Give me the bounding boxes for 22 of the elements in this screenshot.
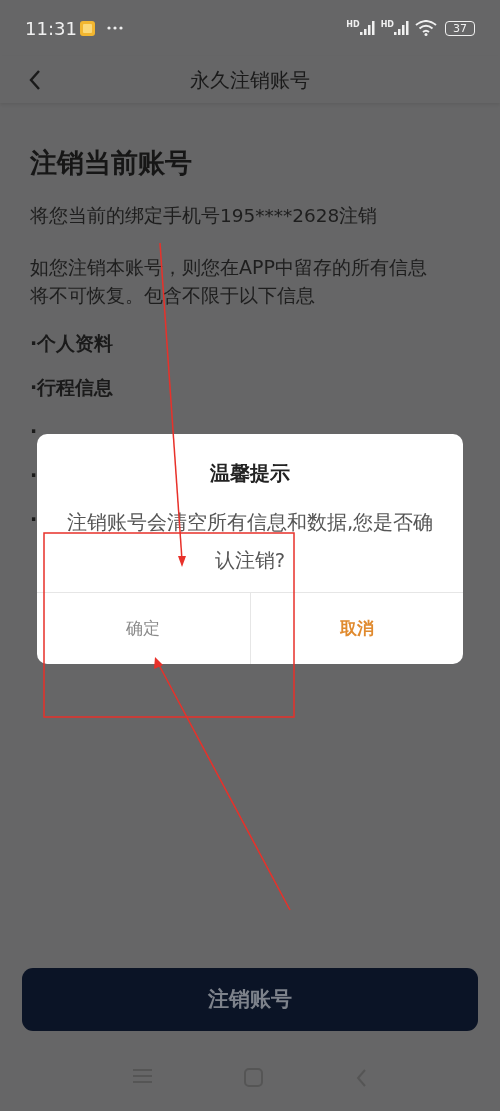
battery-indicator: 37 [445, 20, 475, 36]
signal-icon [394, 21, 410, 35]
more-icon [106, 26, 123, 30]
signal-icon [359, 21, 376, 35]
dialog-title: 温馨提示 [210, 460, 290, 487]
info-item: ·个人资料 [30, 330, 114, 356]
back-icon[interactable] [29, 69, 41, 90]
phone-line: 将您当前的绑定手机号195****2628注销 [30, 204, 379, 228]
notification-icon [79, 20, 95, 36]
info-item: · [30, 462, 38, 488]
network-label: HD [346, 21, 360, 29]
cancel-button[interactable]: 取消 [249, 593, 463, 664]
info-item: · [30, 506, 38, 532]
page-title: 永久注销账号 [190, 66, 310, 94]
section-heading: 注销当前账号 [30, 146, 193, 180]
deactivate-button[interactable]: 注销账号 [22, 968, 478, 1031]
wifi-icon [415, 20, 437, 36]
network-label: HD [380, 21, 394, 29]
info-item: ·行程信息 [30, 374, 114, 400]
confirm-button[interactable]: 确定 [37, 593, 250, 664]
info-item: · [30, 418, 38, 444]
status-time: 11:31 [25, 16, 77, 41]
